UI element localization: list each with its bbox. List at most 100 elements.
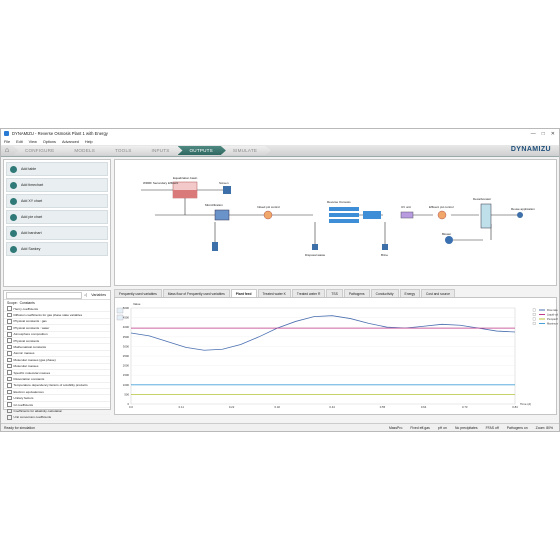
expand-icon[interactable] — [7, 306, 12, 311]
decarbonator-icon[interactable] — [480, 203, 492, 229]
timechart-icon — [10, 181, 17, 189]
menu-advanced[interactable]: Advanced — [62, 140, 79, 144]
chart-add-series-button[interactable] — [116, 307, 124, 314]
plot-tab[interactable]: Treated water R — [291, 289, 326, 297]
add-piechart-label: Add pie chart — [21, 215, 43, 219]
menu-help[interactable]: Help — [85, 140, 93, 144]
microfiltration-icon[interactable] — [214, 209, 230, 221]
status-indicator: FFAS off — [485, 425, 499, 430]
add-sankey-button[interactable]: Add Sankey — [6, 242, 108, 256]
chart-pan-button[interactable] — [116, 314, 124, 321]
expand-icon[interactable] — [7, 319, 12, 324]
left-pane: Add table Add timechart Add XY chart Add… — [3, 159, 111, 422]
expand-icon[interactable] — [7, 325, 12, 331]
expand-icon[interactable] — [7, 376, 12, 382]
expand-icon[interactable] — [7, 389, 12, 395]
y-tick-label: 2000 — [123, 364, 130, 368]
status-indicator: Pathogens on — [506, 425, 528, 430]
expand-icon[interactable] — [7, 344, 12, 350]
legend-checkbox — [532, 313, 536, 316]
expand-icon[interactable] — [7, 338, 12, 343]
variable-group-label: Henry coefficients — [13, 306, 39, 311]
close-button[interactable]: ✕ — [551, 131, 555, 137]
plot-tab[interactable]: TSS — [326, 289, 343, 297]
brine-icon[interactable] — [382, 244, 388, 250]
add-barchart-button[interactable]: Add barchart — [6, 226, 108, 240]
timechart[interactable]: 0500100015002000250030003500400045005000… — [115, 298, 559, 414]
uv-unit-icon[interactable] — [400, 211, 414, 219]
x-tick-label: 0.64 — [421, 405, 427, 409]
effluent-ph-icon[interactable] — [437, 210, 447, 220]
decarb-label: Decarbonator — [473, 197, 491, 201]
plot-tab[interactable]: Plant feed — [230, 289, 257, 297]
expand-icon[interactable] — [7, 370, 12, 375]
variable-group-label: Molecular masses — [13, 364, 39, 369]
tab-outputs[interactable]: OUTPUTS — [177, 146, 227, 155]
infeed-ph-icon[interactable] — [263, 210, 273, 220]
variable-group-label: GI coefficients — [13, 402, 34, 407]
screen-label: Screen — [219, 181, 229, 185]
minimize-button[interactable]: — — [531, 131, 536, 137]
tab-inputs[interactable]: INPUTS — [139, 146, 184, 155]
x-tick-label: 0.73 — [462, 405, 468, 409]
plot-tab[interactable]: Frequently used variables — [114, 289, 162, 297]
waste-pump-icon[interactable] — [212, 242, 218, 251]
expand-icon[interactable] — [7, 402, 12, 407]
add-piechart-button[interactable]: Add pie chart — [6, 210, 108, 224]
window-title: DYNAMIZU - Reverse Osmosis Plant 1 with … — [12, 131, 108, 136]
screen-icon[interactable] — [223, 186, 231, 194]
home-icon[interactable]: ⌂ — [1, 145, 13, 156]
status-indicator: Fixed eff-gas — [410, 425, 430, 430]
tab-configure[interactable]: CONFIGURE — [13, 146, 69, 155]
main-area: Add table Add timechart Add XY chart Add… — [1, 157, 559, 424]
variable-group-label: Coefficients for alkalinity calculation — [13, 408, 63, 413]
menu-view[interactable]: View — [29, 140, 37, 144]
app-logo-icon — [4, 131, 9, 136]
variable-group-item[interactable]: Unit conversion coefficients — [4, 415, 110, 422]
tab-tools[interactable]: TOOLS — [102, 146, 146, 155]
status-indicator: pH on — [437, 425, 447, 430]
tab-simulate[interactable]: SIMULATE — [220, 146, 272, 155]
blower-icon[interactable] — [445, 236, 453, 244]
plot-tab[interactable]: Conductivity — [370, 289, 399, 297]
plot-tab[interactable]: Mass flow of Frequently used variables — [162, 289, 230, 297]
expand-icon[interactable] — [7, 351, 12, 356]
app-window: DYNAMIZU - Reverse Osmosis Plant 1 with … — [0, 128, 560, 432]
add-table-button[interactable]: Add table — [6, 162, 108, 176]
expand-icon[interactable] — [7, 312, 12, 318]
expand-icon[interactable] — [7, 408, 12, 414]
plot-tab[interactable]: Cost and source — [421, 289, 456, 297]
variable-group-label: Unitary factors — [13, 396, 34, 401]
variables-tab[interactable]: Variables — [86, 293, 110, 297]
expand-icon[interactable] — [7, 383, 12, 388]
piechart-icon — [10, 213, 17, 221]
expand-icon[interactable] — [7, 363, 12, 369]
tab-models[interactable]: MODELS — [62, 146, 109, 155]
add-timechart-label: Add timechart — [21, 183, 44, 187]
menu-options[interactable]: Options — [43, 140, 56, 144]
plot-tab[interactable]: Treated water K — [257, 289, 291, 297]
menu-edit[interactable]: Edit — [16, 140, 23, 144]
disposal-waste-icon[interactable] — [312, 244, 318, 250]
expand-icon[interactable] — [7, 415, 12, 420]
plot-tab[interactable]: Pathogens — [343, 289, 370, 297]
expand-icon[interactable] — [7, 332, 12, 337]
maximize-button[interactable]: □ — [542, 131, 545, 137]
plot-tab[interactable]: Energy — [399, 289, 420, 297]
expand-icon[interactable] — [7, 395, 12, 401]
menu-file[interactable]: File — [4, 140, 10, 144]
reuse-application-icon[interactable] — [517, 212, 523, 218]
x-axis-label: Time (d) — [520, 402, 531, 406]
variable-search-input[interactable] — [6, 291, 83, 299]
ro-label: Reverse Osmosis — [327, 200, 351, 204]
blower-label: Blower — [442, 232, 451, 236]
flowsheet-canvas[interactable]: WRRF Secondary Effluent Equalization bas… — [114, 159, 557, 286]
x-tick-label: 0.84 — [512, 405, 518, 409]
variable-group-label: Electron equivalences — [13, 389, 44, 394]
x-tick-label: 0.22 — [229, 405, 235, 409]
expand-icon[interactable] — [7, 357, 12, 363]
variable-group-label: Physical constants — [13, 338, 40, 343]
add-timechart-button[interactable]: Add timechart — [6, 178, 108, 192]
ro-module-1 — [329, 207, 359, 211]
add-xychart-button[interactable]: Add XY chart — [6, 194, 108, 208]
